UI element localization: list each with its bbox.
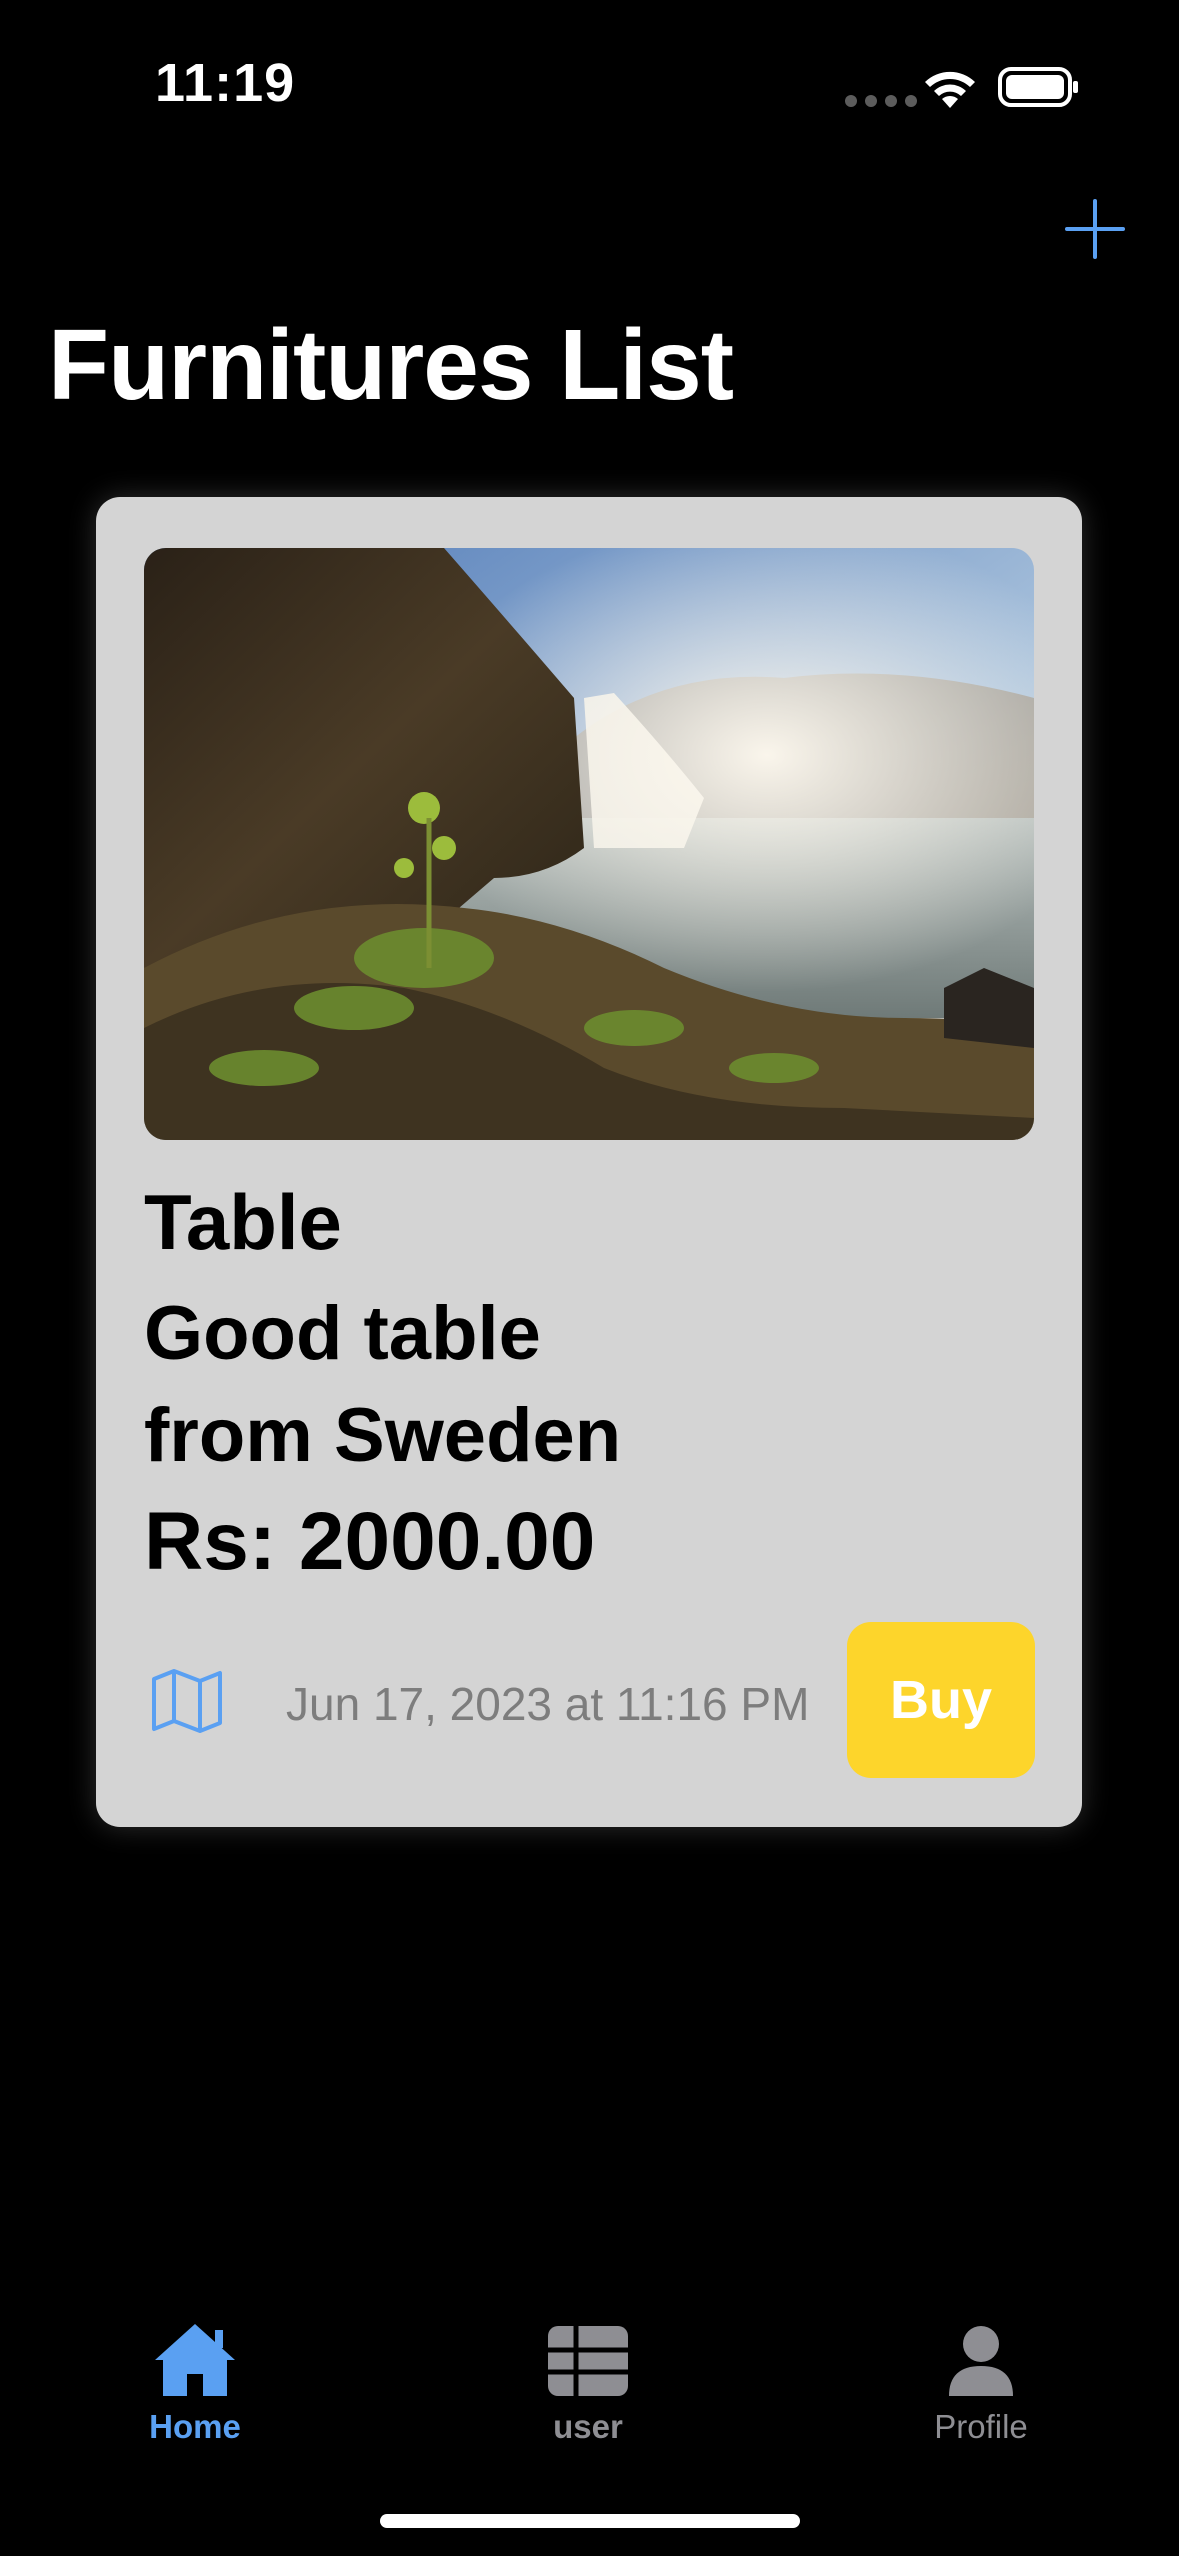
- status-bar: 11:19: [0, 0, 1179, 170]
- map-icon[interactable]: [150, 1667, 224, 1735]
- item-date: Jun 17, 2023 at 11:16 PM: [286, 1678, 810, 1730]
- add-item-button[interactable]: [1064, 198, 1126, 260]
- page-title: Furnitures List: [48, 309, 734, 421]
- battery-icon: [998, 67, 1078, 107]
- item-image: [144, 548, 1034, 1140]
- person-icon: [949, 2326, 1013, 2396]
- home-indicator[interactable]: [380, 2514, 800, 2528]
- furniture-card: Table Good table from Sweden Rs: 2000.00…: [96, 497, 1082, 1827]
- grid-icon: [548, 2326, 628, 2396]
- tab-user[interactable]: user: [488, 2320, 688, 2470]
- status-time: 11:19: [155, 53, 296, 113]
- item-name: Table: [144, 1178, 342, 1266]
- signal-dots-icon: [845, 95, 917, 107]
- item-description: Good table from Sweden: [144, 1291, 622, 1478]
- item-price: Rs: 2000.00: [144, 1496, 596, 1587]
- tab-profile-label: Profile: [934, 2408, 1028, 2445]
- tab-user-label: user: [553, 2408, 623, 2445]
- buy-button[interactable]: Buy: [847, 1622, 1035, 1778]
- house-icon: [155, 2324, 235, 2396]
- tab-home-label: Home: [149, 2408, 241, 2445]
- wifi-icon: [925, 71, 975, 108]
- tab-profile[interactable]: Profile: [881, 2320, 1081, 2470]
- plus-icon: [1065, 199, 1125, 259]
- tab-home[interactable]: Home: [95, 2320, 295, 2470]
